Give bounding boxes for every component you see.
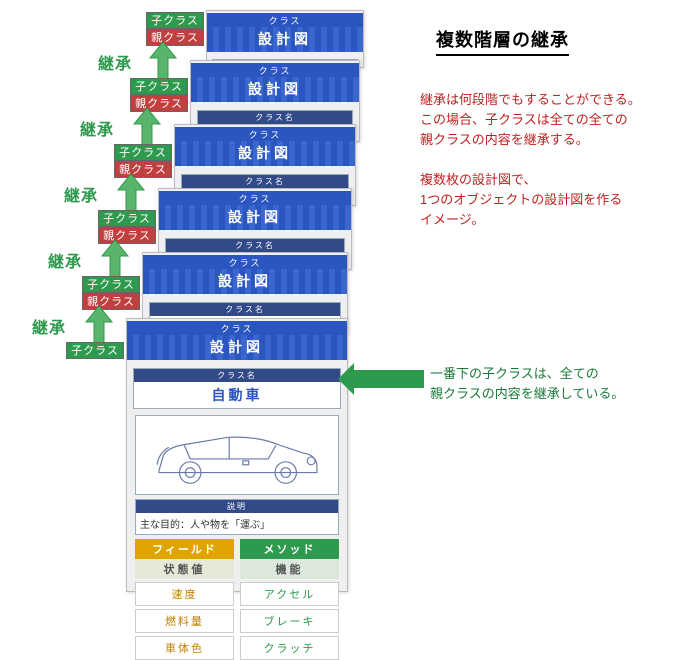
- child-badge: 子クラス: [98, 210, 156, 227]
- arrow-up-icon: [116, 174, 146, 214]
- arrow-up-icon: [100, 240, 130, 280]
- card-title: 設計図: [191, 77, 359, 102]
- callout-text: 一番下の子クラスは、全ての 親クラスの内容を継承している。: [430, 364, 662, 403]
- inherit-label: 継承: [64, 182, 98, 206]
- callout-arrow-icon: [354, 370, 424, 388]
- arrow-up-icon: [148, 42, 178, 82]
- fields-column: フィールド 状態値 速度 燃料量 車体色: [135, 539, 234, 660]
- arrow-up-icon: [84, 306, 114, 346]
- method-item: クラッチ: [240, 636, 339, 660]
- child-badge: 子クラス: [82, 276, 140, 293]
- child-badge: 子クラス: [114, 144, 172, 161]
- arrow-up-icon: [132, 108, 162, 148]
- field-item: 車体色: [135, 636, 234, 660]
- field-item: 燃料量: [135, 609, 234, 633]
- class-name-label: クラス名: [198, 111, 352, 124]
- card-title: 設計図: [159, 205, 351, 230]
- description-box: 説明 主な目的：人や物を「運ぶ」: [135, 499, 339, 535]
- child-badge: 子クラス: [130, 78, 188, 95]
- inherit-label: 継承: [48, 248, 82, 272]
- class-name-label: クラス名: [166, 239, 344, 252]
- method-item: アクセル: [240, 582, 339, 606]
- methods-head: メソッド: [240, 539, 339, 559]
- card-sup: クラス: [127, 321, 347, 335]
- inherit-label: 継承: [98, 50, 132, 74]
- child-badge: 子クラス: [66, 342, 124, 359]
- car-icon: [136, 416, 338, 494]
- card-title: 設計図: [207, 27, 363, 52]
- card-sup: クラス: [175, 127, 355, 141]
- methods-column: メソッド 機能 アクセル ブレーキ クラッチ: [240, 539, 339, 660]
- description-label: 説明: [136, 500, 338, 513]
- card-title: 設計図: [175, 141, 355, 166]
- explain-paragraph-1: 継承は何段階でもすることができる。 この場合、子クラスは全ての全ての 親クラスの…: [420, 90, 678, 150]
- card-sup: クラス: [143, 255, 347, 269]
- page-heading: 複数階層の継承: [436, 26, 569, 56]
- class-name-label: クラス名: [182, 175, 348, 188]
- card-title: 設計図: [127, 335, 347, 360]
- class-name: 自動車: [134, 382, 340, 408]
- card-sup: クラス: [207, 13, 363, 27]
- car-drawing: [135, 415, 339, 495]
- class-name-label: クラス名: [150, 303, 340, 316]
- class-name-label: クラス名: [134, 369, 340, 382]
- card-sup: クラス: [159, 191, 351, 205]
- method-item: ブレーキ: [240, 609, 339, 633]
- child-badge: 子クラス: [146, 12, 204, 29]
- inherit-label: 継承: [80, 116, 114, 140]
- class-card-front: クラス 設計図 クラス名 自動車: [126, 318, 348, 592]
- card-title: 設計図: [143, 269, 347, 294]
- explain-paragraph-2: 複数枚の設計図で、 1つのオブジェクトの設計図を作る イメージ。: [420, 170, 678, 230]
- fields-sub: 状態値: [135, 559, 234, 579]
- field-item: 速度: [135, 582, 234, 606]
- card-sup: クラス: [191, 63, 359, 77]
- methods-sub: 機能: [240, 559, 339, 579]
- description-text: 主な目的：人や物を「運ぶ」: [136, 513, 338, 534]
- inherit-label: 継承: [32, 314, 66, 338]
- fields-head: フィールド: [135, 539, 234, 559]
